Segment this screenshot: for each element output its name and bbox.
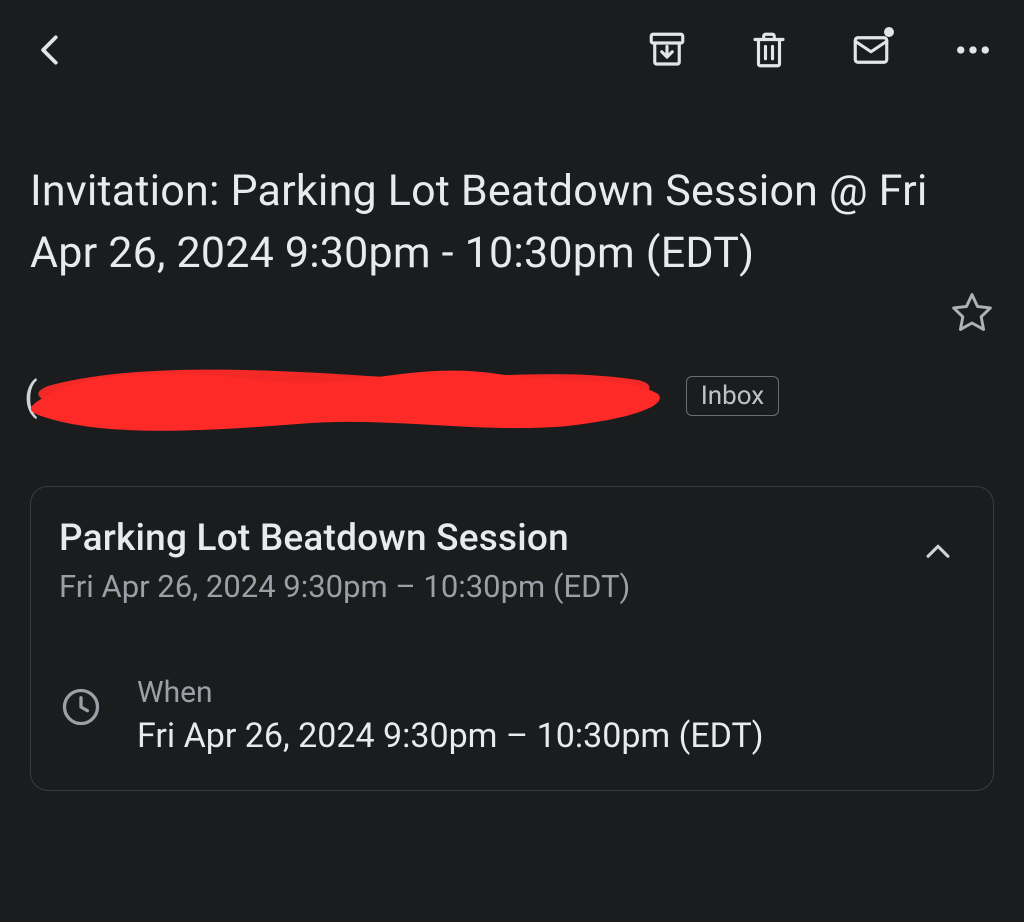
- more-icon[interactable]: [952, 29, 994, 71]
- archive-icon[interactable]: [646, 29, 688, 71]
- collapse-icon[interactable]: [921, 535, 955, 573]
- email-subject: Invitation: Parking Lot Beatdown Session…: [30, 160, 932, 285]
- star-icon[interactable]: [950, 290, 994, 338]
- when-value: Fri Apr 26, 2024 9:30pm – 10:30pm (EDT): [137, 716, 965, 756]
- delete-icon[interactable]: [748, 29, 790, 71]
- inbox-label[interactable]: Inbox: [686, 376, 780, 416]
- when-label: When: [137, 675, 965, 710]
- event-title: Parking Lot Beatdown Session: [59, 517, 921, 560]
- mark-unread-icon[interactable]: [850, 29, 892, 71]
- redacted-sender: [28, 356, 668, 436]
- clock-icon: [59, 685, 103, 733]
- event-card: Parking Lot Beatdown Session Fri Apr 26,…: [30, 486, 994, 791]
- back-icon[interactable]: [30, 29, 72, 71]
- event-time-summary: Fri Apr 26, 2024 9:30pm – 10:30pm (EDT): [59, 568, 921, 605]
- top-toolbar: [0, 0, 1024, 100]
